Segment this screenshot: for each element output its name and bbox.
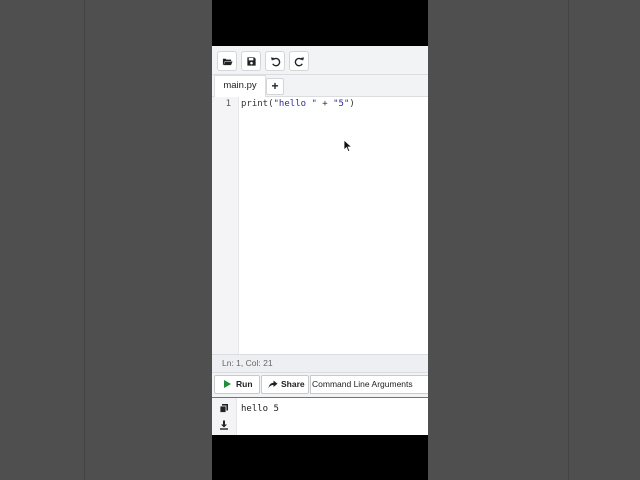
output-console: hello 5 bbox=[212, 398, 428, 435]
open-file-button[interactable] bbox=[217, 51, 237, 71]
editor-toolbar bbox=[212, 46, 428, 75]
tab-main-py[interactable]: main.py bbox=[214, 75, 266, 97]
undo-button[interactable] bbox=[265, 51, 285, 71]
save-icon bbox=[246, 56, 256, 66]
copy-icon[interactable] bbox=[219, 403, 229, 413]
letterbox-top bbox=[212, 0, 428, 46]
run-button[interactable]: Run bbox=[214, 375, 260, 394]
run-bar: Run Share Command Line Arguments bbox=[212, 372, 428, 399]
online-compiler-app: main.py + 1 print("hello " + "5") Ln: 1,… bbox=[212, 46, 428, 435]
console-output-text: hello 5 bbox=[241, 404, 279, 414]
share-button[interactable]: Share bbox=[261, 375, 309, 394]
undo-icon bbox=[270, 56, 280, 66]
play-icon bbox=[224, 380, 231, 388]
save-button[interactable] bbox=[241, 51, 261, 71]
share-icon bbox=[268, 380, 278, 389]
redo-button[interactable] bbox=[289, 51, 309, 71]
share-label: Share bbox=[281, 379, 305, 389]
code-token-string: "5" bbox=[333, 99, 350, 109]
download-icon[interactable] bbox=[219, 420, 229, 430]
mouse-pointer-icon bbox=[343, 139, 353, 153]
code-editor[interactable]: 1 print("hello " + "5") bbox=[212, 97, 428, 354]
line-number: 1 bbox=[225, 99, 231, 109]
code-token-string: "hello " bbox=[273, 99, 317, 109]
folder-open-icon bbox=[222, 58, 233, 65]
file-tabs: main.py + bbox=[212, 75, 428, 97]
add-file-button[interactable]: + bbox=[266, 78, 284, 95]
letterbox-left bbox=[0, 0, 212, 480]
editor-status-bar: Ln: 1, Col: 21 bbox=[212, 354, 428, 372]
line-gutter: 1 bbox=[212, 97, 239, 354]
command-line-arguments-button[interactable]: Command Line Arguments bbox=[310, 375, 428, 394]
console-sidebar bbox=[212, 398, 237, 435]
code-token-call: print( bbox=[241, 99, 274, 109]
letterbox-bottom bbox=[212, 435, 428, 480]
letterbox-right bbox=[428, 0, 640, 480]
code-token-paren: ) bbox=[349, 99, 355, 109]
redo-icon bbox=[294, 56, 304, 66]
run-label: Run bbox=[236, 379, 253, 389]
code-line[interactable]: print("hello " + "5") bbox=[241, 97, 355, 112]
code-token-operator: + bbox=[316, 99, 334, 109]
cursor-position: Ln: 1, Col: 21 bbox=[222, 358, 273, 368]
